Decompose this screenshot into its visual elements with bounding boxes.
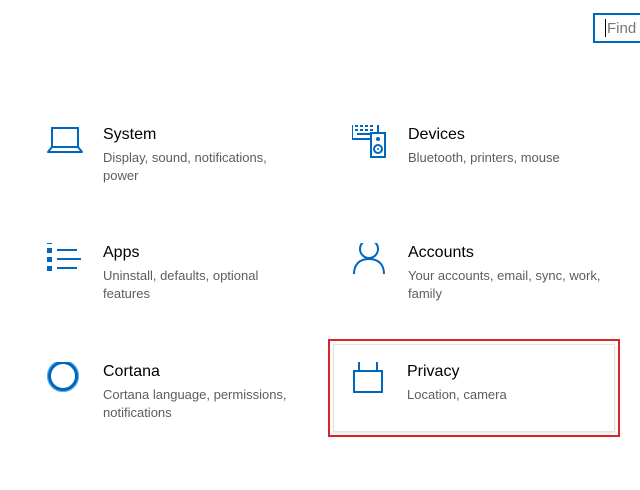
search-input[interactable] — [606, 19, 640, 37]
person-icon — [352, 243, 392, 283]
tile-title: Privacy — [407, 363, 460, 380]
search-box[interactable] — [593, 13, 640, 43]
cortana-circle-icon — [47, 362, 87, 402]
settings-tile-privacy[interactable]: Privacy Location, camera — [351, 362, 640, 458]
tile-description: Location, camera — [407, 387, 507, 402]
tile-title: Accounts — [408, 244, 474, 261]
tile-title: Devices — [408, 126, 465, 143]
tile-title: System — [103, 126, 157, 143]
apps-list-icon — [47, 243, 87, 283]
devices-icon — [352, 125, 392, 165]
tile-description: Bluetooth, printers, mouse — [408, 150, 560, 165]
settings-tile-devices[interactable]: Devices Bluetooth, printers, mouse — [352, 125, 640, 221]
settings-tile-system[interactable]: System Display, sound, notifications, po… — [47, 125, 337, 221]
tile-description: Cortana language, permissions, notificat… — [103, 387, 287, 420]
settings-tile-apps[interactable]: Apps Uninstall, defaults, optional featu… — [47, 243, 337, 339]
tile-title: Cortana — [103, 363, 160, 380]
laptop-icon — [47, 125, 87, 165]
tile-description: Your accounts, email, sync, work, family — [408, 268, 601, 301]
settings-tile-cortana[interactable]: Cortana Cortana language, permissions, n… — [47, 362, 337, 458]
tile-description: Display, sound, notifications, power — [103, 150, 267, 183]
lock-icon — [351, 362, 391, 402]
tile-description: Uninstall, defaults, optional features — [103, 268, 259, 301]
tile-title: Apps — [103, 244, 140, 261]
settings-tile-accounts[interactable]: Accounts Your accounts, email, sync, wor… — [352, 243, 640, 339]
